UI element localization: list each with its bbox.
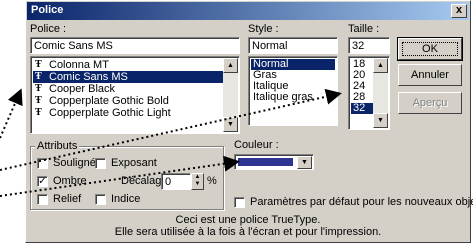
shadow-checkbox[interactable]: ✓ — [37, 176, 48, 187]
truetype-icon: Ŧ — [35, 71, 42, 82]
offset-unit: % — [207, 175, 217, 187]
info-line-1: Ceci est une police TrueType. — [175, 214, 321, 226]
list-item[interactable]: Ŧ Comic Sans MS — [33, 71, 223, 83]
attributes-group: Attributs Souligné Exposant ✓ Ombre Déca… — [30, 140, 224, 210]
info-line-2: Elle sera utilisée à la fois à l'écran e… — [114, 226, 382, 238]
emboss-checkbox[interactable] — [37, 194, 48, 205]
list-item[interactable]: Italique gras — [251, 92, 335, 103]
offset-spinner[interactable]: ▲ ▼ — [191, 173, 204, 190]
size-input[interactable]: 32 — [348, 37, 390, 54]
style-list[interactable]: Normal Gras Italique Italique gras — [248, 56, 338, 126]
list-item[interactable]: 32 — [351, 103, 373, 114]
truetype-icon: Ŧ — [35, 95, 42, 106]
superscript-checkbox[interactable] — [95, 158, 106, 169]
color-label: Couleur : — [234, 139, 279, 151]
spin-up-icon[interactable]: ▲ — [192, 174, 203, 181]
scroll-down-icon[interactable]: ▼ — [373, 113, 388, 128]
font-list-scrollbar[interactable]: ▲ ▼ — [223, 58, 238, 132]
truetype-icon: Ŧ — [35, 107, 42, 118]
size-list-items: 18 20 24 28 32 — [351, 59, 373, 114]
size-list-scrollbar[interactable]: ▲ ▼ — [373, 58, 388, 128]
scroll-up-icon[interactable]: ▲ — [373, 58, 388, 73]
font-label: Police : — [30, 23, 67, 35]
list-item-label: Copperplate Gothic Bold — [49, 95, 169, 107]
color-swatch — [238, 158, 293, 166]
list-item[interactable]: Ŧ Colonna MT — [33, 59, 223, 71]
list-item-label: Cooper Black — [49, 83, 116, 95]
list-item[interactable]: Ŧ Copperplate Gothic Bold — [33, 95, 223, 107]
list-item[interactable]: Ŧ Copperplate Gothic Light — [33, 107, 223, 119]
ok-button[interactable]: OK — [397, 37, 463, 61]
subscript-label: Indice — [111, 193, 141, 205]
offset-input[interactable]: 0 — [161, 173, 191, 190]
list-item-label: Copperplate Gothic Light — [49, 107, 171, 119]
emboss-label: Relief — [53, 193, 82, 205]
superscript-label: Exposant — [111, 157, 157, 169]
preview-button[interactable]: Aperçu — [398, 92, 462, 114]
chevron-down-icon[interactable]: ▼ — [297, 156, 312, 169]
truetype-icon: Ŧ — [35, 59, 42, 70]
underline-label: Souligné — [53, 157, 96, 169]
arrow-to-font-list — [0, 88, 23, 139]
size-label: Taille : — [348, 23, 380, 35]
list-item-label: Comic Sans MS — [49, 71, 128, 83]
close-button[interactable]: x — [451, 4, 467, 18]
style-input[interactable]: Normal — [248, 37, 338, 54]
list-item-label: Italique gras — [253, 91, 313, 103]
list-item-label: Colonna MT — [49, 59, 109, 71]
default-label: Paramètres par défaut pour les nouveaux … — [250, 196, 473, 208]
title-bar[interactable]: Police x — [27, 2, 469, 20]
style-label: Style : — [248, 23, 279, 35]
style-list-items: Normal Gras Italique Italique gras — [251, 59, 335, 103]
font-name-input[interactable]: Comic Sans MS — [30, 37, 240, 54]
spin-down-icon[interactable]: ▼ — [192, 181, 203, 188]
dialog-title: Police — [31, 4, 64, 16]
font-dialog: Police x Police : Comic Sans MS Ŧ Colonna… — [25, 0, 473, 243]
shadow-label: Ombre — [53, 175, 87, 187]
attributes-label: Attributs — [35, 140, 80, 152]
cancel-button[interactable]: Annuler — [398, 64, 462, 86]
focus-rect — [402, 42, 458, 56]
font-list-items: Ŧ Colonna MT Ŧ Comic Sans MS Ŧ Cooper Black Ŧ C… — [33, 59, 223, 119]
underline-checkbox[interactable] — [37, 158, 48, 169]
font-list[interactable]: Ŧ Colonna MT Ŧ Comic Sans MS Ŧ Cooper Black Ŧ C… — [30, 56, 240, 134]
list-item-label: 32 — [353, 102, 366, 114]
truetype-icon: Ŧ — [35, 83, 42, 94]
default-checkbox[interactable] — [234, 197, 245, 208]
scroll-up-icon[interactable]: ▲ — [223, 58, 238, 73]
size-list[interactable]: 18 20 24 28 32 ▲ ▼ — [348, 56, 390, 130]
color-picker[interactable]: ▼ — [234, 154, 314, 170]
subscript-checkbox[interactable] — [95, 194, 106, 205]
scroll-down-icon[interactable]: ▼ — [223, 117, 238, 132]
list-item[interactable]: Ŧ Cooper Black — [33, 83, 223, 95]
